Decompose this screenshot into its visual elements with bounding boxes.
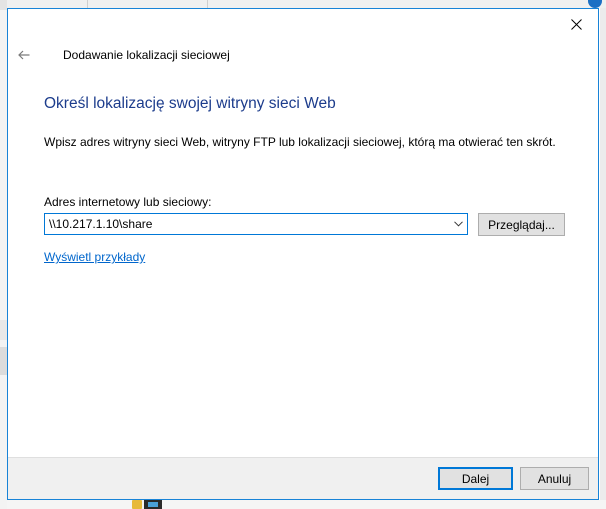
background-window-left-edge <box>0 0 7 509</box>
address-input[interactable]: \\10.217.1.10\share <box>49 217 152 231</box>
address-label: Adres internetowy lub sieciowy: <box>44 195 212 209</box>
close-button[interactable] <box>554 9 598 39</box>
add-network-location-dialog: Dodawanie lokalizacji sieciowej Określ l… <box>7 8 599 500</box>
dialog-footer: Dalej Anuluj <box>8 457 598 499</box>
help-icon <box>588 0 602 8</box>
back-button[interactable] <box>13 44 35 66</box>
description-text: Wpisz adres witryny sieci Web, witryny F… <box>44 135 556 149</box>
background-window-bottom-edge <box>7 500 606 509</box>
chevron-down-icon <box>453 221 463 227</box>
browse-button[interactable]: Przeglądaj... <box>478 213 565 236</box>
folder-icon <box>132 500 142 509</box>
video-file-icon <box>144 500 162 509</box>
close-icon <box>570 18 582 30</box>
address-combobox[interactable]: \\10.217.1.10\share <box>44 213 468 235</box>
address-dropdown-button[interactable] <box>449 214 467 234</box>
background-window-top-edge <box>7 0 606 8</box>
view-examples-link[interactable]: Wyświetl przykłady <box>44 250 145 264</box>
main-instruction: Określ lokalizację swojej witryny sieci … <box>44 95 336 112</box>
cancel-button[interactable]: Anuluj <box>520 467 589 490</box>
back-arrow-icon <box>18 50 30 60</box>
wizard-title: Dodawanie lokalizacji sieciowej <box>63 48 230 62</box>
background-window-right-edge <box>600 8 606 500</box>
next-button[interactable]: Dalej <box>438 467 513 490</box>
